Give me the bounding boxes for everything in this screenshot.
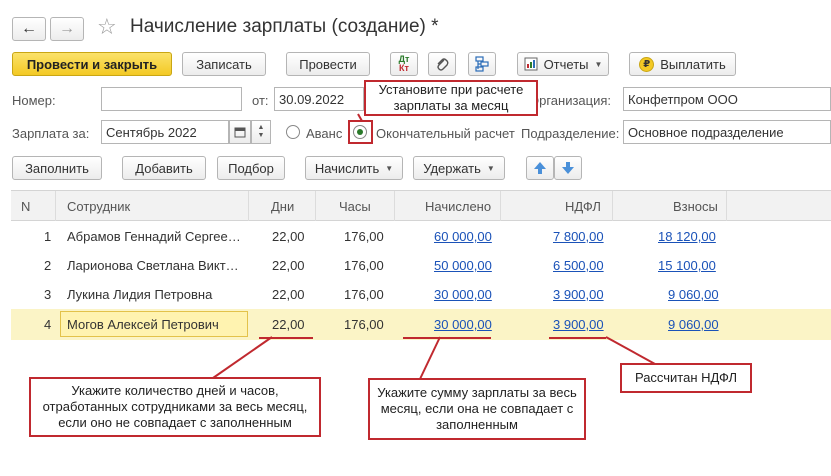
callout-amount: Укажите сумму зарплаты за весь месяц, ес…	[368, 378, 586, 440]
callout-final-calc: Установите при расчете зарплаты за месяц	[364, 80, 538, 116]
callout-days-hours: Укажите количество дней и часов, отработ…	[29, 377, 321, 437]
callout-ndfl: Рассчитан НДФЛ	[620, 363, 752, 393]
